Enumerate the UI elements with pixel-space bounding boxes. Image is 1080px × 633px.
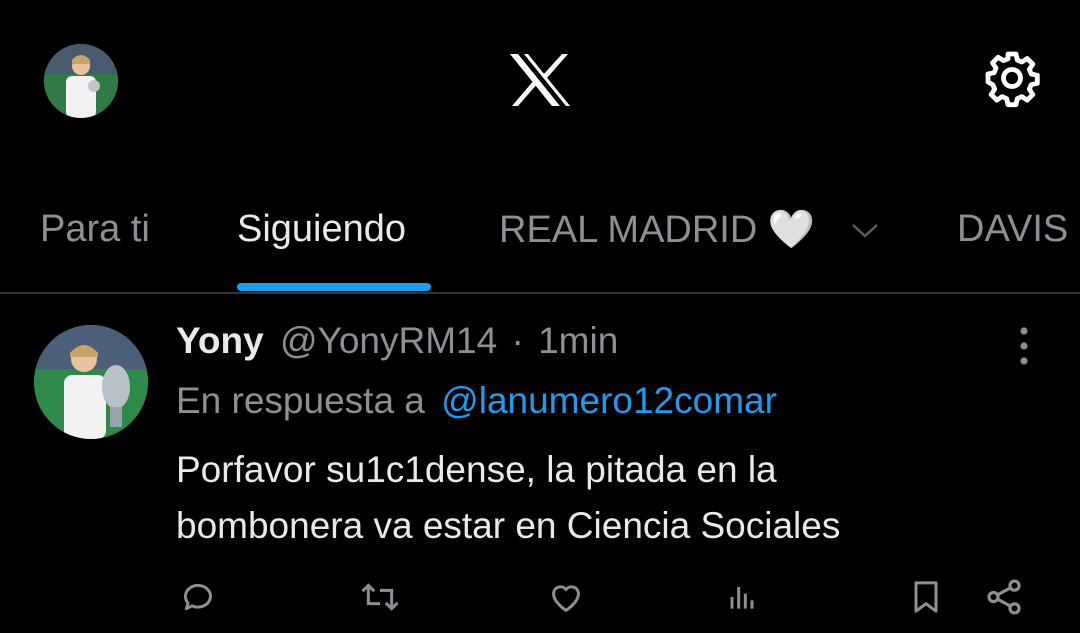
tab-siguiendo[interactable]: Siguiendo xyxy=(237,208,406,251)
gear-icon[interactable] xyxy=(980,46,1044,110)
tab-label: Siguiendo xyxy=(237,208,407,250)
x-logo-icon[interactable] xyxy=(508,52,572,108)
chevron-down-icon[interactable] xyxy=(848,218,882,242)
profile-avatar[interactable] xyxy=(44,44,118,118)
reply-prefix: En respuesta a xyxy=(176,380,425,421)
tab-davis[interactable]: DAVIS xyxy=(957,208,1068,251)
tweet-text-line: Porfavor su1c1dense, la pitada en la xyxy=(176,449,777,490)
reply-icon[interactable] xyxy=(176,575,220,619)
tweet-text-line: bombonera va estar en Ciencia Sociales xyxy=(176,505,841,546)
tabs-divider xyxy=(0,292,1080,294)
meta-separator: · xyxy=(511,320,524,361)
tweet-header: Yony @YonyRM14 · 1min xyxy=(176,320,618,362)
share-icon[interactable] xyxy=(982,575,1026,619)
tab-label: Para ti xyxy=(40,208,150,250)
like-icon[interactable] xyxy=(544,575,588,619)
tab-label: DAVIS xyxy=(957,208,1069,250)
tab-real-madrid[interactable]: REAL MADRID 🤍 xyxy=(499,208,815,252)
tab-label: REAL MADRID 🤍 xyxy=(499,209,816,251)
reply-context: En respuesta a @lanumero12comar xyxy=(176,380,777,422)
reply-to-mention[interactable]: @lanumero12comar xyxy=(441,380,777,421)
author-display-name[interactable]: Yony xyxy=(176,320,264,361)
tab-para-ti[interactable]: Para ti xyxy=(40,208,150,251)
tweet-timestamp[interactable]: 1min xyxy=(538,320,618,361)
views-icon[interactable] xyxy=(720,575,764,619)
more-options-icon[interactable] xyxy=(1010,324,1038,368)
bookmark-icon[interactable] xyxy=(904,575,948,619)
author-handle[interactable]: @YonyRM14 xyxy=(280,320,497,361)
tweet-author-avatar[interactable] xyxy=(34,325,148,439)
active-tab-indicator xyxy=(237,283,431,291)
tweet-text: Porfavor su1c1dense, la pitada en la bom… xyxy=(176,442,840,554)
retweet-icon[interactable] xyxy=(358,575,402,619)
